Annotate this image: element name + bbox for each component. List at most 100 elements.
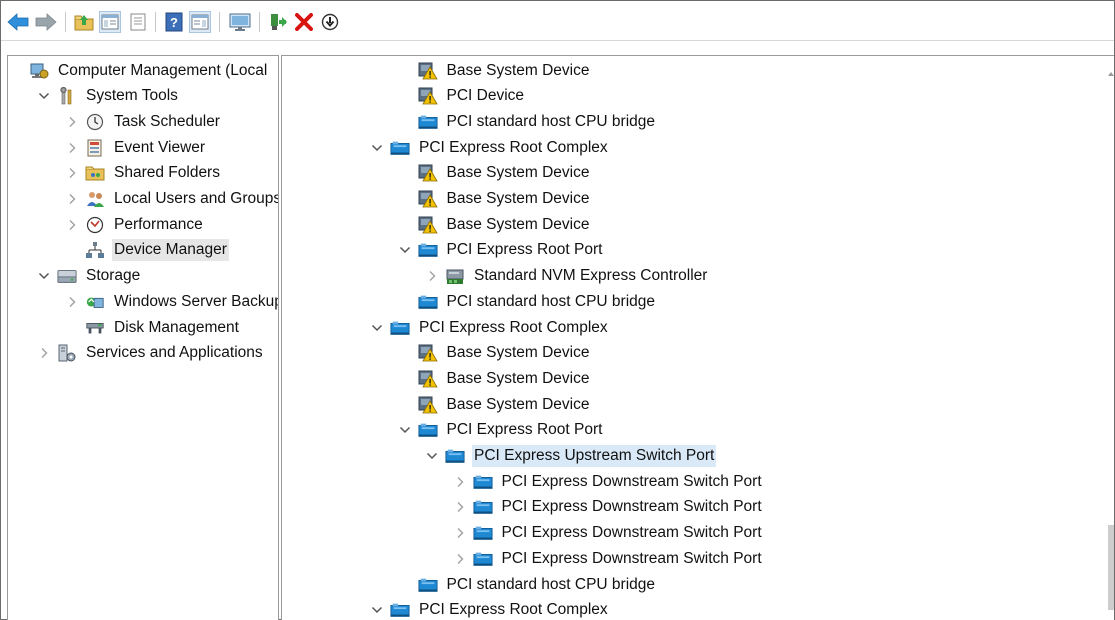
chevron-right-icon[interactable] [453, 500, 467, 514]
console-tree-item-label: Device Manager [112, 239, 229, 262]
pci-device-icon [472, 524, 493, 542]
console-tree-item-row[interactable]: Windows Server Backup [65, 289, 278, 314]
disable-device-button[interactable] [319, 11, 341, 33]
chevron-right-icon[interactable] [425, 269, 439, 283]
chevron-right-icon[interactable] [65, 192, 79, 206]
shared-folder-icon [85, 164, 105, 182]
device-tree-item-row[interactable]: PCI Express Root Complex [370, 135, 610, 160]
chevron-right-icon[interactable] [65, 115, 79, 129]
console-tree-item-label: Computer Management (Local [58, 61, 268, 79]
device-tree-item-row[interactable]: PCI Express Root Port [398, 238, 605, 263]
back-button[interactable] [7, 11, 29, 33]
device-tree-item-row[interactable]: Base System Device [398, 58, 592, 83]
show-hide-action-pane-button[interactable] [189, 11, 211, 33]
console-tree-item-label: Services and Applications [86, 344, 263, 362]
back-arrow-icon [7, 13, 29, 31]
chevron-down-icon[interactable] [398, 423, 412, 437]
device-tree-item-row[interactable]: Base System Device [398, 341, 592, 366]
console-tree-item-label: Performance [114, 215, 203, 233]
device-tree-item-row[interactable]: PCI Express Downstream Switch Port [453, 495, 764, 520]
console-tree-item-label: System Tools [86, 87, 178, 105]
forward-button[interactable] [35, 11, 57, 33]
clock-icon [85, 113, 105, 131]
device-tree-item-label: PCI Express Root Complex [419, 318, 608, 336]
chevron-right-icon[interactable] [65, 166, 79, 180]
scroll-up-arrow[interactable] [1108, 64, 1114, 76]
performance-icon [85, 216, 105, 234]
toolbar: ? [1, 1, 1114, 41]
device-tree-item-label: Base System Device [446, 344, 590, 362]
chevron-right-icon[interactable] [65, 141, 79, 155]
console-tree-item-row[interactable]: Performance [65, 212, 205, 237]
chevron-down-icon[interactable] [370, 603, 384, 617]
device-tree-item-label: PCI Express Upstream Switch Port [472, 445, 717, 467]
device-tree-item-row[interactable]: PCI Express Root Complex [370, 315, 610, 340]
warning-device-icon [418, 190, 438, 208]
backup-icon [85, 293, 105, 311]
device-tree-item-row[interactable]: PCI Express Downstream Switch Port [453, 469, 764, 494]
device-tree-item-row[interactable]: PCI Device [398, 84, 527, 109]
chevron-right-icon[interactable] [37, 346, 51, 360]
chevron-right-icon[interactable] [65, 295, 79, 309]
device-tree-item-row[interactable]: Base System Device [398, 187, 592, 212]
device-tree-item-row[interactable]: Base System Device [398, 212, 592, 237]
device-tree-item-row[interactable]: PCI Express Downstream Switch Port [453, 546, 764, 571]
chevron-right-icon[interactable] [453, 552, 467, 566]
console-tree-item-row[interactable]: System Tools [37, 84, 180, 109]
console-tree-item-row[interactable]: Task Scheduler [65, 109, 222, 134]
device-tree-item-row[interactable]: PCI standard host CPU bridge [398, 109, 658, 134]
device-tree-item-row[interactable]: PCI standard host CPU bridge [398, 572, 658, 597]
toolbar-separator [65, 12, 66, 32]
device-tree-item-row[interactable]: Base System Device [398, 366, 592, 391]
device-tree-item-label: Base System Device [446, 190, 590, 207]
console-tree-pane[interactable]: Computer Management (Local System Tools Ta… [7, 55, 279, 620]
scrollbar-thumb[interactable] [1108, 525, 1114, 610]
device-tree-item-row[interactable]: PCI Express Downstream Switch Port [453, 521, 764, 546]
chevron-down-icon[interactable] [370, 321, 384, 335]
scan-hardware-button[interactable] [227, 11, 253, 33]
device-tree-item-label: PCI Express Downstream Switch Port [501, 549, 762, 567]
device-tree-item-row[interactable]: Base System Device [398, 392, 592, 417]
show-hide-tree-button[interactable] [99, 11, 121, 33]
chevron-right-icon[interactable] [453, 475, 467, 489]
pci-device-icon [417, 113, 438, 131]
device-tree-item-row[interactable]: Standard NVM Express Controller [425, 264, 709, 289]
console-tree-item-row[interactable]: Disk Management [65, 315, 241, 340]
chevron-down-icon[interactable] [37, 89, 51, 103]
toolbar-separator [259, 12, 260, 32]
up-level-button[interactable] [73, 11, 95, 33]
console-tree-item-row[interactable]: Local Users and Groups [65, 187, 278, 212]
device-tree-pane[interactable]: Base System Device PCI Device PCI standard… [281, 55, 1114, 620]
console-tree-item-row[interactable]: Computer Management (Local [9, 58, 269, 83]
users-icon [85, 190, 105, 208]
chevron-down-icon[interactable] [37, 269, 51, 283]
console-tree-item-row[interactable]: Services and Applications [37, 341, 265, 366]
console-tree-item-row[interactable]: Event Viewer [65, 135, 207, 160]
chevron-right-icon[interactable] [65, 218, 79, 232]
console-tree-item-row[interactable]: Device Manager [65, 238, 229, 263]
device-tree-item-row[interactable]: PCI standard host CPU bridge [398, 289, 658, 314]
device-tree-item-row[interactable]: Base System Device [398, 161, 592, 186]
console-tree-item-row[interactable]: Shared Folders [65, 161, 222, 186]
help-button[interactable]: ? [163, 11, 185, 33]
chevron-right-icon[interactable] [453, 526, 467, 540]
update-driver-button[interactable] [267, 11, 289, 33]
uninstall-device-button[interactable] [293, 11, 315, 33]
chevron-down-icon[interactable] [370, 141, 384, 155]
device-tree-item-row[interactable]: PCI Express Root Complex [370, 598, 610, 620]
device-tree-item-row[interactable]: PCI Express Root Port [398, 418, 605, 443]
console-tree-item-row[interactable]: Storage [37, 264, 142, 289]
device-tree-item-label: Base System Device [446, 164, 590, 182]
properties-button[interactable] [127, 11, 149, 33]
device-tree-item-row[interactable]: PCI Express Upstream Switch Port [425, 444, 717, 469]
pci-device-icon [445, 447, 465, 465]
chevron-down-icon[interactable] [398, 243, 412, 257]
chevron-down-icon[interactable] [425, 449, 439, 463]
warning-device-icon [418, 216, 438, 234]
console-tree-item-label: Storage [86, 267, 141, 285]
